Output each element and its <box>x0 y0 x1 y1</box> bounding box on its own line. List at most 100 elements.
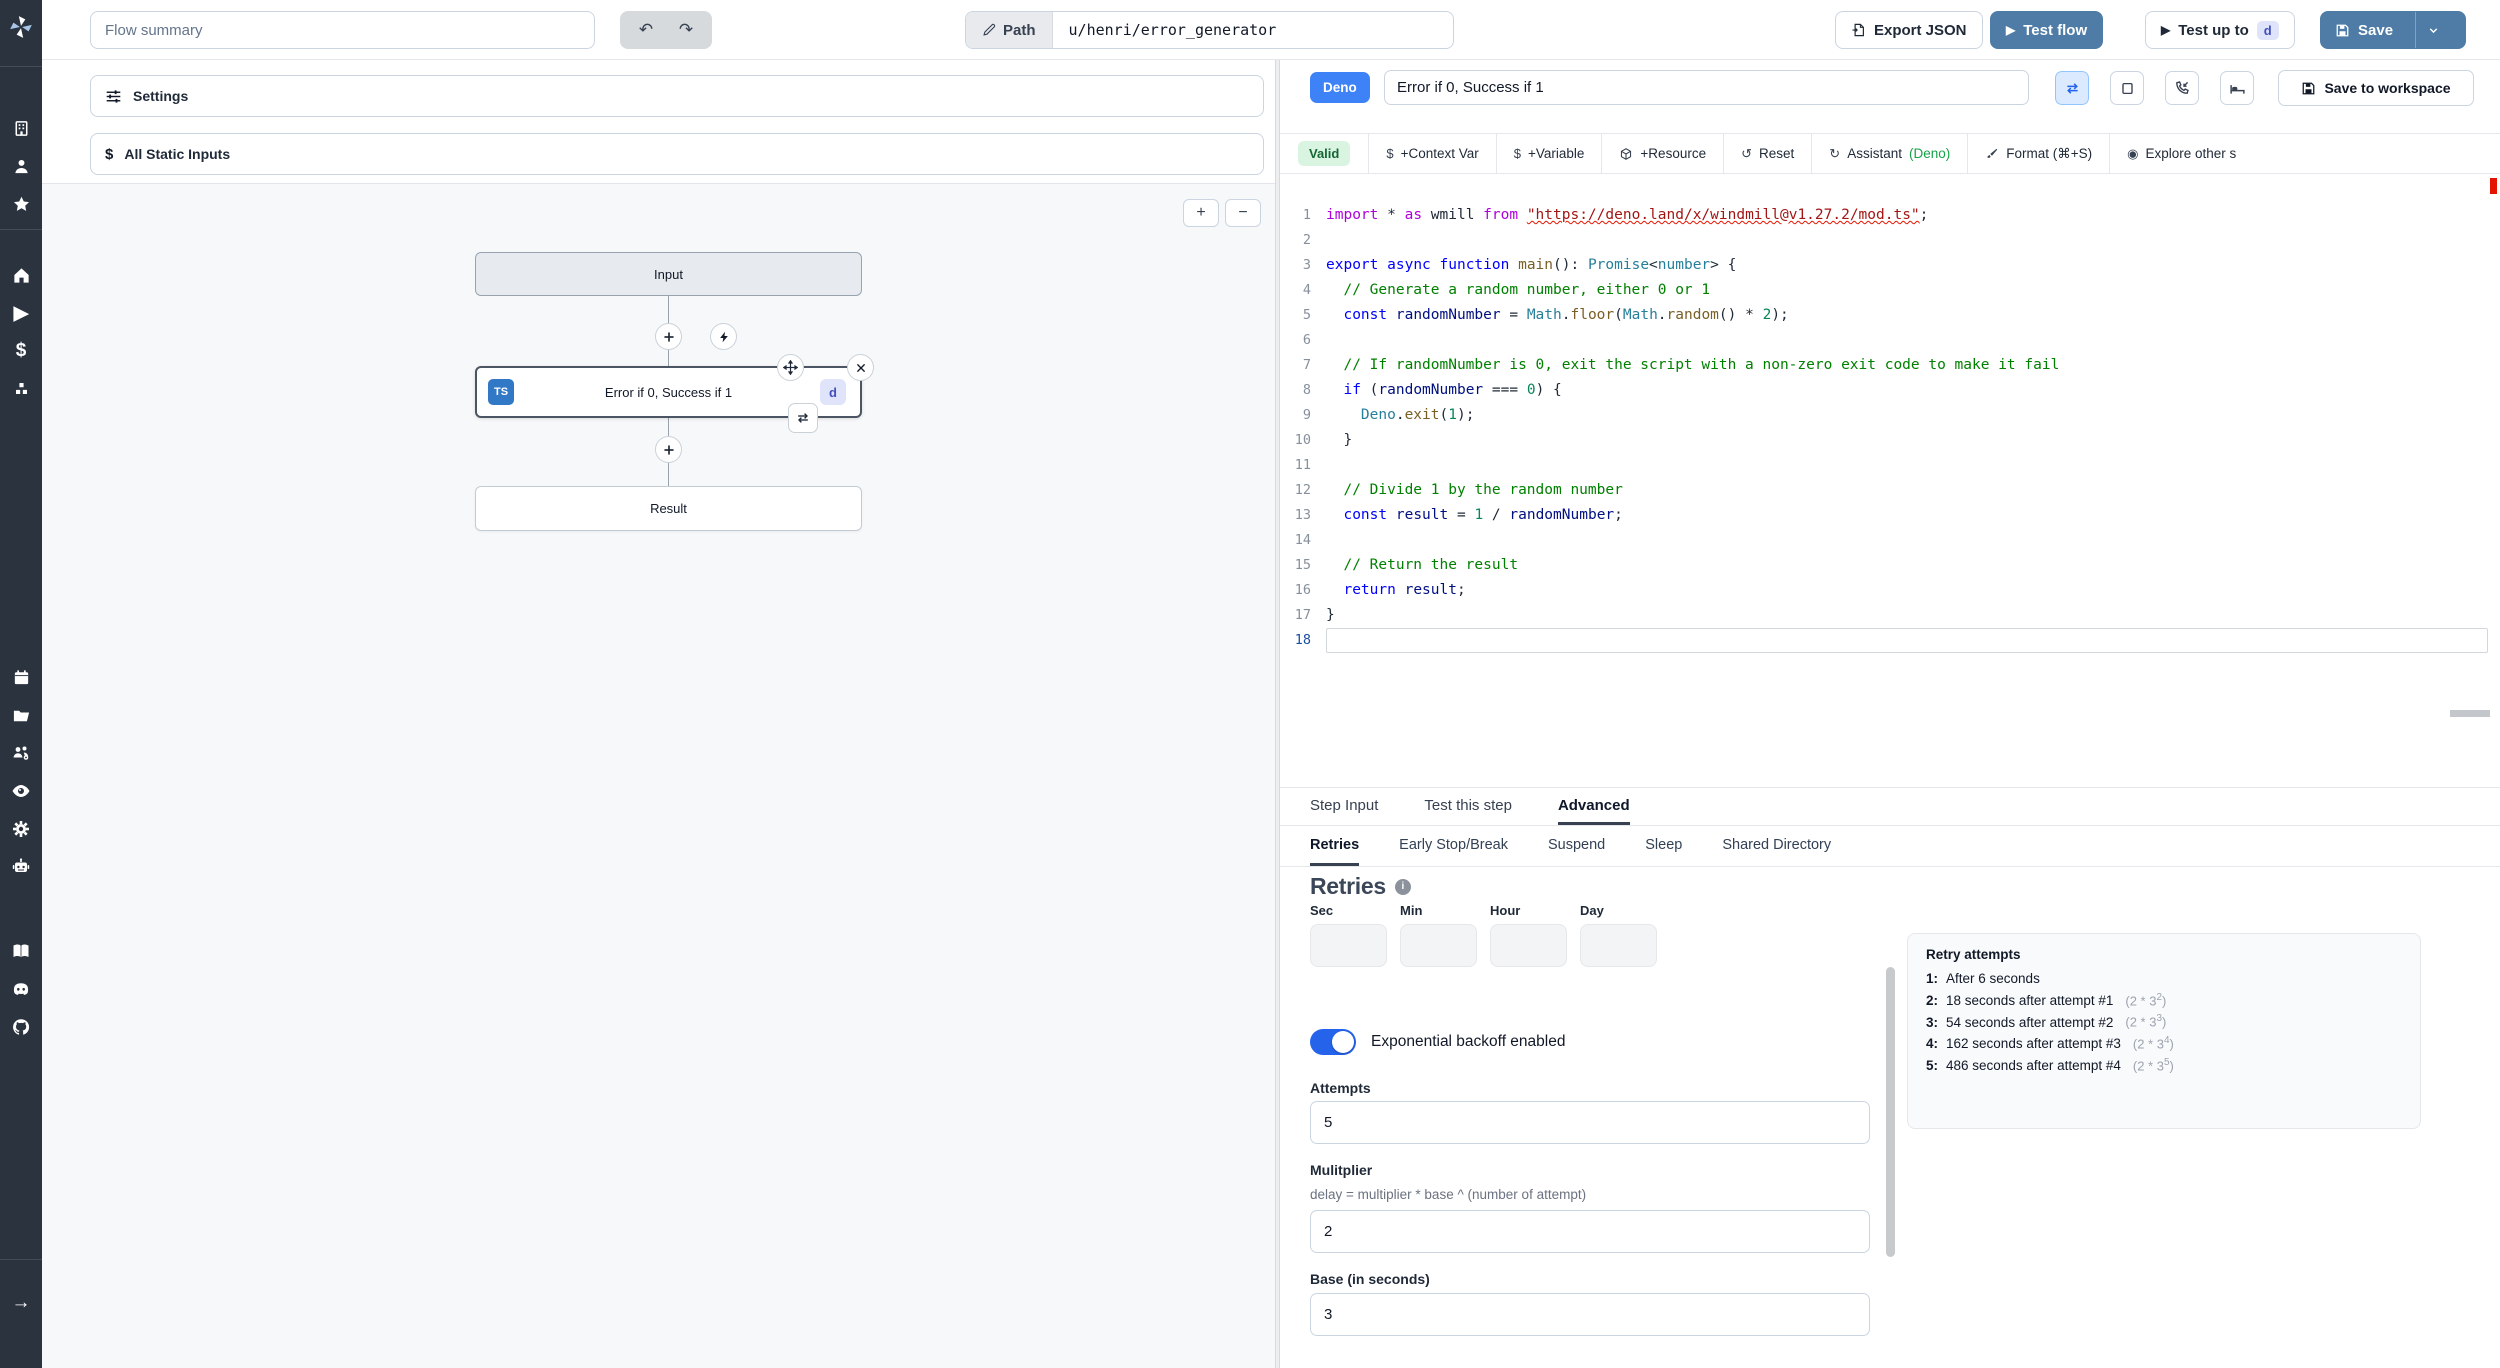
export-json-button[interactable]: Export JSON <box>1835 11 1983 49</box>
min-input[interactable] <box>1400 924 1477 967</box>
code-line[interactable]: 16 return result; <box>1280 578 2500 603</box>
subtab-sleep[interactable]: Sleep <box>1645 826 1682 866</box>
code-line[interactable]: 1 import * as wmill from "https://deno.la… <box>1280 203 2500 228</box>
flow-node-result[interactable]: Result <box>475 486 862 531</box>
reset-button[interactable]: ↺ Reset <box>1723 134 1811 173</box>
code-line[interactable]: 2 <box>1280 228 2500 253</box>
code-line[interactable]: 13 const result = 1 / randomNumber; <box>1280 503 2500 528</box>
attempts-input[interactable] <box>1310 1101 1870 1144</box>
repeat-loop-icon <box>2066 82 2078 94</box>
code-line[interactable]: 3 export async function main(): Promise<n… <box>1280 253 2500 278</box>
save-to-workspace-button[interactable]: Save to workspace <box>2278 70 2474 106</box>
all-static-inputs-row[interactable]: $ All Static Inputs <box>90 133 1264 175</box>
tab-step-input[interactable]: Step Input <box>1310 788 1378 825</box>
tab-advanced[interactable]: Advanced <box>1557 788 1630 825</box>
variables-dollar-icon[interactable]: $ <box>0 332 42 370</box>
diff-mode-button[interactable] <box>2055 71 2089 105</box>
test-up-to-button[interactable]: ▶ Test up to d <box>2145 11 2295 49</box>
add-resource-button[interactable]: +Resource <box>1601 134 1723 173</box>
add-trigger-button[interactable] <box>710 323 737 350</box>
user-icon[interactable] <box>0 147 42 185</box>
code-line[interactable]: 8 if (randomNumber === 0) { <box>1280 378 2500 403</box>
folders-icon[interactable] <box>0 696 42 734</box>
code-line[interactable]: 14 <box>1280 528 2500 553</box>
settings-gear-icon[interactable] <box>0 810 42 848</box>
resources-boxes-icon[interactable] <box>0 370 42 408</box>
code-line[interactable]: 18 <box>1280 628 2500 653</box>
code-line[interactable]: 12 // Divide 1 by the random number <box>1280 478 2500 503</box>
flow-node-step[interactable]: TS Error if 0, Success if 1 d <box>475 354 874 433</box>
expand-editor-button[interactable] <box>2110 71 2144 105</box>
groups-users-icon[interactable] <box>0 734 42 772</box>
audit-eye-icon[interactable] <box>0 772 42 810</box>
code-line[interactable]: 11 <box>1280 453 2500 478</box>
add-variable-button[interactable]: $ +Variable <box>1495 134 1602 173</box>
explore-scripts-button[interactable]: ◉ Explore other s <box>2109 134 2253 173</box>
add-step-button[interactable] <box>655 323 682 350</box>
sec-input[interactable] <box>1310 924 1387 967</box>
runs-play-icon[interactable]: ▶ <box>0 294 42 332</box>
workspace-building-icon[interactable] <box>0 109 42 147</box>
base-input[interactable] <box>1310 1293 1870 1336</box>
zoom-out-button[interactable]: − <box>1225 199 1261 227</box>
subtab-shared-directory[interactable]: Shared Directory <box>1722 826 1831 866</box>
favorites-star-icon[interactable] <box>0 185 42 223</box>
delete-step-button[interactable] <box>847 354 874 381</box>
test-flow-button[interactable]: ▶ Test flow <box>1990 11 2104 49</box>
dollar-icon: $ <box>1513 146 1521 161</box>
retries-scrollbar[interactable] <box>1886 967 1895 1257</box>
flow-node-input[interactable]: Input <box>475 252 862 296</box>
add-context-var-button[interactable]: $ +Context Var <box>1368 134 1495 173</box>
tab-test-this-step[interactable]: Test this step <box>1424 788 1512 825</box>
code-line[interactable]: 5 const randomNumber = Math.floor(Math.r… <box>1280 303 2500 328</box>
schedules-calendar-icon[interactable] <box>0 658 42 696</box>
package-box-icon <box>1621 147 1632 160</box>
workers-robot-icon[interactable] <box>0 848 42 886</box>
subtab-retries[interactable]: Retries <box>1310 826 1360 866</box>
exponential-backoff-toggle[interactable] <box>1310 1029 1356 1055</box>
flow-settings-row[interactable]: Settings <box>90 75 1264 117</box>
sleep-bed-button[interactable] <box>2220 71 2254 105</box>
code-editor[interactable]: 1 import * as wmill from "https://deno.la… <box>1280 175 2500 787</box>
sidebar-expand-arrow-icon[interactable]: → <box>0 1284 42 1322</box>
day-input[interactable] <box>1580 924 1657 967</box>
docs-book-icon[interactable] <box>0 932 42 970</box>
path-label[interactable]: Path <box>966 12 1053 48</box>
day-label: Day <box>1580 903 1604 918</box>
info-icon[interactable]: i <box>1394 878 1411 895</box>
code-line[interactable]: 4 // Generate a random number, either 0 … <box>1280 278 2500 303</box>
flow-canvas[interactable]: + − Input TS Error if 0, Success if 1 d <box>42 183 1275 1368</box>
code-line[interactable]: 6 <box>1280 328 2500 353</box>
windmill-logo-icon[interactable] <box>0 8 42 46</box>
webhook-phone-button[interactable] <box>2165 71 2199 105</box>
editor-scrollbar[interactable] <box>2450 710 2490 717</box>
github-icon[interactable] <box>0 1008 42 1046</box>
code-line[interactable]: 17} <box>1280 603 2500 628</box>
code-line[interactable]: 15 // Return the result <box>1280 553 2500 578</box>
step-name-input[interactable] <box>1384 70 2029 105</box>
flow-summary-input[interactable] <box>90 11 595 49</box>
subtab-early-stop[interactable]: Early Stop/Break <box>1399 826 1508 866</box>
home-icon[interactable] <box>0 256 42 294</box>
save-dropdown-button[interactable] <box>2415 12 2451 48</box>
discord-icon[interactable] <box>0 970 42 1008</box>
code-line[interactable]: 7 // If randomNumber is 0, exit the scri… <box>1280 353 2500 378</box>
code-line[interactable]: 9 Deno.exit(1); <box>1280 403 2500 428</box>
retry-indicator-button[interactable] <box>788 403 818 433</box>
plus-icon <box>663 444 674 455</box>
advanced-subtabs: Retries Early Stop/Break Suspend Sleep S… <box>1280 826 2500 867</box>
subtab-suspend[interactable]: Suspend <box>1548 826 1605 866</box>
format-button[interactable]: Format (⌘+S) <box>1967 134 2109 173</box>
path-value-input[interactable]: u/henri/error_generator <box>1053 12 1453 48</box>
add-step-button[interactable] <box>655 436 682 463</box>
save-button[interactable]: Save <box>2321 12 2407 48</box>
brush-icon <box>1987 148 1998 158</box>
redo-button[interactable]: ↷ <box>666 15 706 45</box>
move-step-button[interactable] <box>777 354 804 381</box>
hour-input[interactable] <box>1490 924 1567 967</box>
undo-button[interactable]: ↶ <box>626 15 666 45</box>
zoom-in-button[interactable]: + <box>1183 199 1219 227</box>
assistant-button[interactable]: ↻ Assistant (Deno) <box>1811 134 1967 173</box>
multiplier-input[interactable] <box>1310 1210 1870 1253</box>
code-line[interactable]: 10 } <box>1280 428 2500 453</box>
